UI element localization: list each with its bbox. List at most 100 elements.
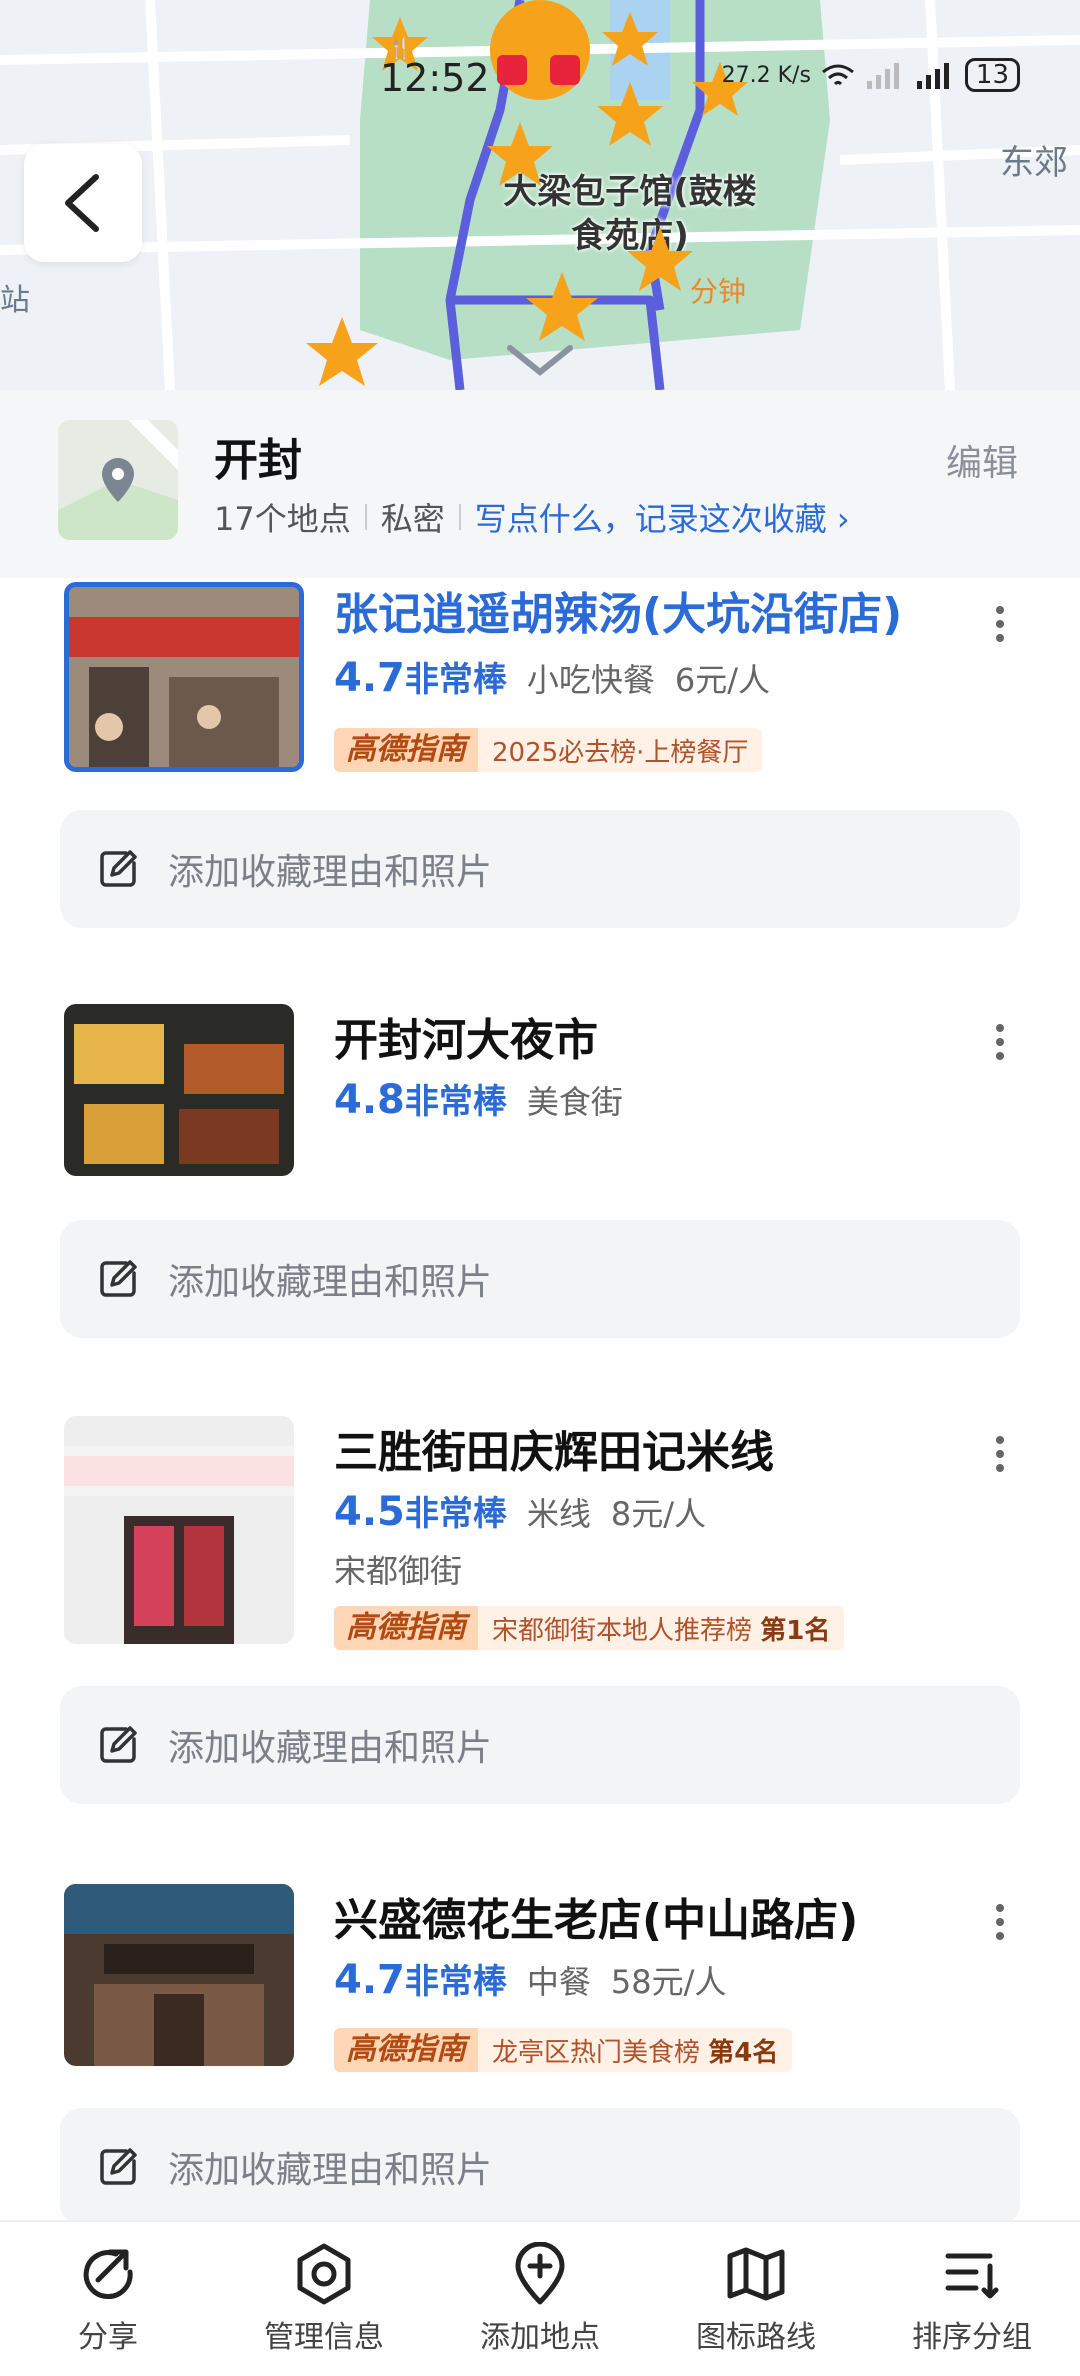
shop-front-photo (64, 1416, 294, 1644)
map-view[interactable]: 东郊 站 大梁包子馆(鼓楼食苑店) 分钟 🍴 12:52 27.2 K/s 13 (0, 0, 1080, 390)
share-label: 分享 (78, 2320, 138, 2355)
badge-list-name: 宋都御街本地人推荐榜 (492, 1615, 753, 1646)
place-photo[interactable] (64, 1416, 294, 1644)
night-market-photo (64, 1004, 294, 1176)
edit-icon (100, 850, 137, 887)
share-icon (83, 2249, 133, 2300)
manage-icon (297, 2243, 351, 2305)
category: 中餐 (526, 1963, 591, 2001)
add-reason-button[interactable]: 添加收藏理由和照片 (60, 2108, 1020, 2226)
rating-label: 非常棒 (404, 1082, 507, 1122)
divider (458, 504, 461, 530)
divider (364, 504, 367, 530)
rating-score: 4.7 (334, 1957, 405, 2003)
add-location-icon (515, 2242, 565, 2305)
guide-badge[interactable]: 高德指南 2025必去榜·上榜餐厅 (334, 728, 763, 772)
manage-info-button[interactable]: 管理信息 (216, 2222, 432, 2376)
more-options-icon[interactable] (994, 1436, 1006, 1478)
category: 小吃快餐 (526, 661, 655, 699)
add-reason-text: 添加收藏理由和照片 (168, 1262, 493, 1303)
sort-icon (945, 2253, 999, 2299)
category: 米线 (526, 1495, 591, 1533)
area-label: 宋都御街 (334, 1552, 463, 1590)
collection-meta: 17个地点 私密 写点什么，记录这次收藏 › (214, 494, 850, 540)
guide-badge[interactable]: 高德指南 龙亭区热门美食榜 第4名 (334, 2028, 793, 2072)
rating-row: 4.5 非常棒 米线 8元/人 (334, 1486, 706, 1535)
more-options-icon[interactable] (994, 1024, 1006, 1066)
place-photo[interactable] (64, 1884, 294, 2066)
add-reason-text: 添加收藏理由和照片 (168, 852, 493, 893)
add-reason-text: 添加收藏理由和照片 (168, 2150, 493, 2191)
add-note-link[interactable]: 写点什么，记录这次收藏 › (475, 494, 850, 540)
edit-icon (100, 1260, 137, 1297)
map-edge-label: 站 (0, 283, 30, 318)
district-label: 东郊 (1000, 143, 1068, 183)
back-button[interactable] (24, 144, 142, 262)
bottom-toolbar: 分享 管理信息 添加地点 图标路线 排序分组 (0, 2220, 1080, 2376)
rating-row: 4.7 非常棒 中餐 58元/人 (334, 1954, 726, 2003)
guide-badge[interactable]: 高德指南 宋都御街本地人推荐榜 第1名 (334, 1606, 845, 1650)
hotel-pin-icon[interactable] (625, 225, 695, 295)
rating-row: 4.8 非常棒 美食街 (334, 1074, 643, 1123)
place-count: 17个地点 (214, 500, 351, 538)
place-name[interactable]: 兴盛德花生老店(中山路店) (334, 1884, 858, 1948)
place-name[interactable]: 张记逍遥胡辣汤(大坑沿街店) (334, 578, 902, 642)
place-photo[interactable] (64, 1004, 294, 1176)
old-shop-photo (64, 1884, 294, 2066)
collection-title: 开封 (214, 435, 302, 486)
rating-label: 非常棒 (404, 1962, 507, 2002)
price: 6元/人 (674, 661, 771, 699)
sort-label: 排序分组 (912, 2320, 1032, 2355)
guide-logo: 高德指南 (334, 2028, 478, 2072)
privacy-label: 私密 (380, 500, 445, 538)
collection-thumbnail (58, 420, 178, 540)
place-name[interactable]: 三胜街田庆辉田记米线 (334, 1416, 774, 1480)
route-time-label: 分钟 (690, 275, 747, 308)
map-route-icon (727, 2247, 785, 2301)
wifi-icon (821, 64, 854, 86)
net-speed: 27.2 K/s (721, 62, 811, 88)
badge-rank: 第1名 (760, 1615, 831, 1646)
guide-logo: 高德指南 (334, 728, 478, 772)
badge-text: 2025必去榜·上榜餐厅 (478, 732, 762, 769)
guide-logo: 高德指南 (334, 1606, 478, 1650)
rating-label: 非常棒 (404, 660, 507, 700)
add-reason-button[interactable]: 添加收藏理由和照片 (60, 810, 1020, 928)
rating-label: 非常棒 (404, 1494, 507, 1534)
more-options-icon[interactable] (994, 1904, 1006, 1946)
share-button[interactable]: 分享 (0, 2222, 216, 2376)
map-route-button[interactable]: 图标路线 (648, 2222, 864, 2376)
manage-label: 管理信息 (264, 2320, 384, 2355)
badge-text: 宋都御街本地人推荐榜 第1名 (478, 1610, 844, 1647)
place-photo[interactable] (64, 582, 304, 772)
category: 美食街 (526, 1083, 623, 1121)
restaurant-pin-icon[interactable] (485, 120, 555, 190)
battery-indicator: 13 (964, 58, 1020, 92)
add-reason-text: 添加收藏理由和照片 (168, 1728, 493, 1769)
status-bar: 12:52 27.2 K/s 13 (0, 50, 1080, 110)
edit-button[interactable]: 编辑 (946, 434, 1018, 486)
price: 8元/人 (610, 1495, 707, 1533)
rating-score: 4.5 (334, 1489, 405, 1535)
back-arrow-icon (65, 174, 99, 232)
sort-group-button[interactable]: 排序分组 (864, 2222, 1080, 2376)
status-icons: 27.2 K/s 13 (722, 58, 1020, 92)
place-name[interactable]: 开封河大夜市 (334, 1004, 598, 1068)
add-location-button[interactable]: 添加地点 (432, 2222, 648, 2376)
map-thumbnail-icon (58, 420, 178, 540)
more-options-icon[interactable] (994, 606, 1006, 648)
restaurant-pin-icon[interactable] (525, 270, 600, 345)
signal-5g-icon (916, 63, 949, 89)
price: 58元/人 (610, 1963, 727, 2001)
collection-header: 开封 17个地点 私密 写点什么，记录这次收藏 › 编辑 (0, 390, 1080, 578)
rating-row: 4.7 非常棒 小吃快餐 6元/人 (334, 652, 770, 701)
map-route-label: 图标路线 (696, 2320, 816, 2355)
signal-icon (866, 63, 899, 89)
restaurant-pin-icon[interactable] (305, 315, 380, 390)
rating-score: 4.7 (334, 655, 405, 701)
badge-list-name: 龙亭区热门美食榜 (492, 2037, 701, 2068)
badge-list-name: 2025必去榜·上榜餐厅 (492, 737, 749, 768)
add-reason-button[interactable]: 添加收藏理由和照片 (60, 1686, 1020, 1804)
add-reason-button[interactable]: 添加收藏理由和照片 (60, 1220, 1020, 1338)
collapse-chevron-icon[interactable] (500, 340, 580, 380)
